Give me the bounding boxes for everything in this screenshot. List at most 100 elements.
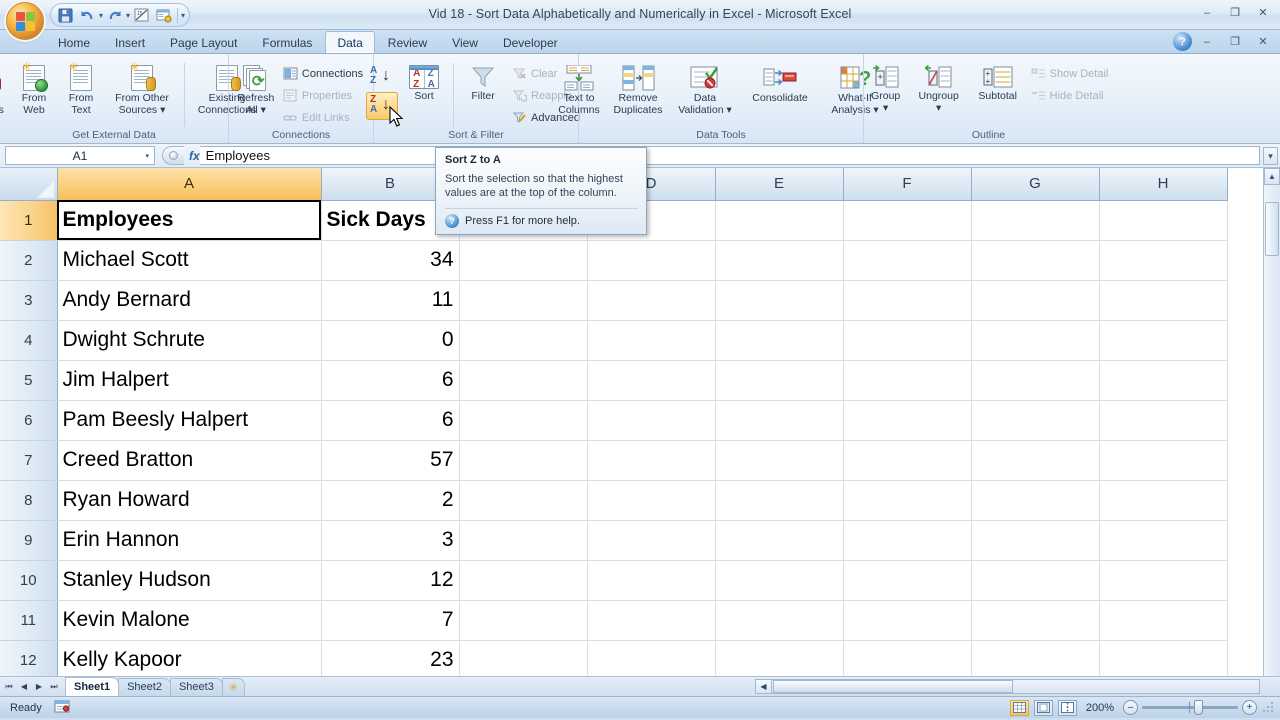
cell-d3[interactable] <box>587 280 716 321</box>
refresh-all-button[interactable]: ⟳ Refresh All ▾ <box>233 61 279 119</box>
select-all-button[interactable] <box>0 168 58 201</box>
cell-a3[interactable]: Andy Bernard <box>57 280 322 321</box>
cell-h11[interactable] <box>1099 600 1228 641</box>
cell-d10[interactable] <box>587 560 716 601</box>
cell-c4[interactable] <box>459 320 588 361</box>
row-header-10[interactable]: 10 <box>0 560 58 601</box>
insert-function-icon[interactable]: fx <box>189 149 200 163</box>
cell-a9[interactable]: Erin Hannon <box>57 520 322 561</box>
expand-formula-bar-icon[interactable]: ▾ <box>1263 147 1278 165</box>
cell-d6[interactable] <box>587 400 716 441</box>
cell-f10[interactable] <box>843 560 972 601</box>
cell-e7[interactable] <box>715 440 844 481</box>
cell-e3[interactable] <box>715 280 844 321</box>
cell-h6[interactable] <box>1099 400 1228 441</box>
cell-b10[interactable]: 12 <box>321 560 460 601</box>
formula-bar-handle[interactable] <box>162 146 184 165</box>
cell-c9[interactable] <box>459 520 588 561</box>
view-normal-button[interactable] <box>1009 699 1029 716</box>
sort-z-to-a-button[interactable]: Z A ↓ <box>366 92 399 120</box>
cell-d12[interactable] <box>587 640 716 676</box>
tab-formulas[interactable]: Formulas <box>250 31 324 53</box>
cell-g1[interactable] <box>971 200 1100 241</box>
row-header-12[interactable]: 12 <box>0 640 58 676</box>
zoom-percent[interactable]: 200% <box>1086 702 1114 714</box>
group-button[interactable]: + Group ▾ <box>863 61 909 117</box>
cell-f3[interactable] <box>843 280 972 321</box>
cell-d9[interactable] <box>587 520 716 561</box>
column-header-e[interactable]: E <box>715 168 844 201</box>
cell-a2[interactable]: Michael Scott <box>57 240 322 281</box>
cell-h4[interactable] <box>1099 320 1228 361</box>
cell-h9[interactable] <box>1099 520 1228 561</box>
cell-c10[interactable] <box>459 560 588 601</box>
cell-e9[interactable] <box>715 520 844 561</box>
cell-e12[interactable] <box>715 640 844 676</box>
cell-d4[interactable] <box>587 320 716 361</box>
from-text-button[interactable]: ✳ From Text <box>58 61 104 119</box>
sheet-tab-sheet2[interactable]: Sheet2 <box>118 677 171 696</box>
cell-e1[interactable] <box>715 200 844 241</box>
cell-c5[interactable] <box>459 360 588 401</box>
cell-h7[interactable] <box>1099 440 1228 481</box>
cell-a1[interactable]: Employees <box>57 200 322 241</box>
cell-a10[interactable]: Stanley Hudson <box>57 560 322 601</box>
cell-f5[interactable] <box>843 360 972 401</box>
cell-c7[interactable] <box>459 440 588 481</box>
zoom-track[interactable] <box>1142 700 1238 715</box>
cell-f6[interactable] <box>843 400 972 441</box>
cell-b5[interactable]: 6 <box>321 360 460 401</box>
cell-a6[interactable]: Pam Beesly Halpert <box>57 400 322 441</box>
zoom-out-button[interactable]: – <box>1123 700 1138 715</box>
column-header-h[interactable]: H <box>1099 168 1228 201</box>
scroll-left-button[interactable]: ◀ <box>756 680 772 693</box>
cell-g5[interactable] <box>971 360 1100 401</box>
formula-input[interactable]: Employees <box>199 146 1260 165</box>
from-web-button[interactable]: ✳ From Web <box>11 61 57 119</box>
hide-detail-button[interactable]: Hide Detail <box>1028 85 1115 106</box>
cell-g6[interactable] <box>971 400 1100 441</box>
cell-b2[interactable]: 34 <box>321 240 460 281</box>
cell-b9[interactable]: 3 <box>321 520 460 561</box>
row-header-11[interactable]: 11 <box>0 600 58 641</box>
cell-e8[interactable] <box>715 480 844 521</box>
cell-d7[interactable] <box>587 440 716 481</box>
cell-f4[interactable] <box>843 320 972 361</box>
subtotal-button[interactable]: + + Subtotal <box>969 61 1027 106</box>
name-box[interactable]: A1 ▾ <box>5 146 155 165</box>
row-header-9[interactable]: 9 <box>0 520 58 561</box>
cell-c2[interactable] <box>459 240 588 281</box>
cell-b11[interactable]: 7 <box>321 600 460 641</box>
tab-review[interactable]: Review <box>376 31 439 53</box>
minimize-button[interactable]: – <box>1194 4 1220 21</box>
row-header-5[interactable]: 5 <box>0 360 58 401</box>
zoom-slider[interactable]: – + <box>1123 700 1257 715</box>
prev-sheet-button[interactable]: ◀ <box>17 679 31 695</box>
cell-a11[interactable]: Kevin Malone <box>57 600 322 641</box>
sheet-tab-sheet3[interactable]: Sheet3 <box>169 677 223 696</box>
cell-e5[interactable] <box>715 360 844 401</box>
cell-h5[interactable] <box>1099 360 1228 401</box>
tab-data[interactable]: Data <box>325 31 375 53</box>
row-header-4[interactable]: 4 <box>0 320 58 361</box>
from-access-button[interactable]: ✳ FromAccess <box>0 61 10 119</box>
cell-e4[interactable] <box>715 320 844 361</box>
cell-a8[interactable]: Ryan Howard <box>57 480 322 521</box>
scroll-up-button[interactable]: ▲ <box>1264 168 1280 185</box>
cell-c11[interactable] <box>459 600 588 641</box>
sheet-tab-sheet1[interactable]: Sheet1 <box>65 677 120 696</box>
row-header-1[interactable]: 1 <box>0 200 58 241</box>
consolidate-button[interactable]: Consolidate <box>743 61 817 108</box>
tab-home[interactable]: Home <box>46 31 102 53</box>
cell-g11[interactable] <box>971 600 1100 641</box>
status-record-macro-icon[interactable] <box>54 700 70 716</box>
cell-f11[interactable] <box>843 600 972 641</box>
row-header-6[interactable]: 6 <box>0 400 58 441</box>
cell-d11[interactable] <box>587 600 716 641</box>
row-header-8[interactable]: 8 <box>0 480 58 521</box>
cell-e6[interactable] <box>715 400 844 441</box>
cell-g9[interactable] <box>971 520 1100 561</box>
cell-h3[interactable] <box>1099 280 1228 321</box>
doc-minimize-button[interactable]: – <box>1194 33 1220 50</box>
cell-e2[interactable] <box>715 240 844 281</box>
